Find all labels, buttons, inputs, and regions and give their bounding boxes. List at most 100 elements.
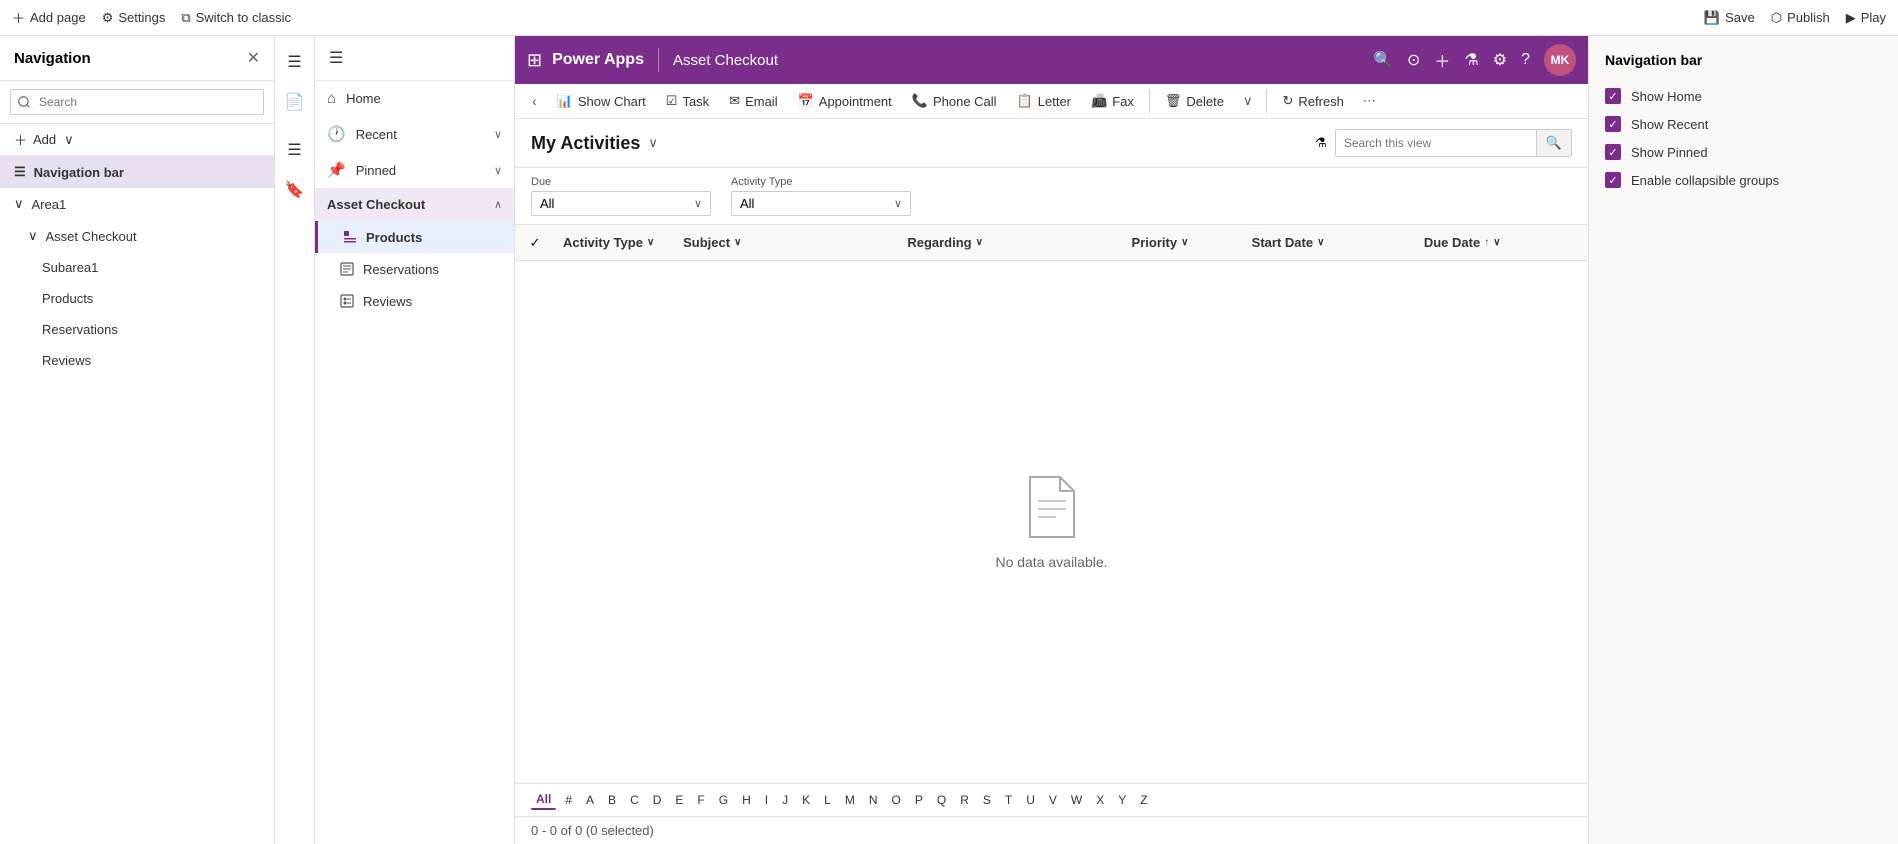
side-nav-products[interactable]: Products xyxy=(315,221,514,253)
page-icon-button[interactable]: 📄 xyxy=(277,84,313,120)
alpha-item-b[interactable]: B xyxy=(603,791,621,809)
alpha-item-o[interactable]: O xyxy=(887,791,906,809)
pa-grid-icon[interactable]: ⊞ xyxy=(527,50,542,71)
copilot-icon[interactable]: ⊙ xyxy=(1407,50,1420,70)
refresh-button[interactable]: ↻ Refresh xyxy=(1273,88,1352,114)
alpha-item-q[interactable]: Q xyxy=(932,791,951,809)
view-search-button[interactable]: 🔍 xyxy=(1536,130,1571,156)
show-pinned-checkbox[interactable]: ✓ xyxy=(1605,144,1621,160)
show-home-checkbox[interactable]: ✓ xyxy=(1605,88,1621,104)
nav-add-button[interactable]: ＋ Add ∨ xyxy=(0,124,274,156)
alpha-item-all[interactable]: All xyxy=(531,790,556,810)
show-chart-button[interactable]: 📊 Show Chart xyxy=(548,88,655,114)
letter-button[interactable]: 📋 Letter xyxy=(1008,88,1080,114)
toolbar-separator xyxy=(1149,89,1150,113)
alpha-item-w[interactable]: W xyxy=(1066,791,1087,809)
filter-activity-group: Activity Type All ∨ xyxy=(731,176,911,216)
alpha-item-l[interactable]: L xyxy=(819,791,836,809)
alpha-item-f[interactable]: F xyxy=(692,791,709,809)
nav-item-navigation-bar[interactable]: ☰ Navigation bar xyxy=(0,156,274,188)
search-icon[interactable]: 🔍 xyxy=(1373,50,1393,70)
play-button[interactable]: ▶ Play xyxy=(1846,10,1886,26)
nav-bar-icon: ☰ xyxy=(14,164,26,180)
bookmark-icon-button[interactable]: 🔖 xyxy=(277,172,313,208)
th-start-date[interactable]: Start Date ∨ xyxy=(1244,231,1416,254)
alpha-item-p[interactable]: P xyxy=(910,791,928,809)
alpha-item-#[interactable]: # xyxy=(560,791,577,809)
th-subject[interactable]: Subject ∨ xyxy=(675,231,899,254)
toolbar-separator-2 xyxy=(1266,89,1267,113)
th-due-date[interactable]: Due Date ↑ ∨ xyxy=(1416,231,1588,254)
alpha-item-u[interactable]: U xyxy=(1021,791,1040,809)
nav-item-reservations[interactable]: Reservations xyxy=(0,314,274,345)
fax-button[interactable]: 📠 Fax xyxy=(1082,88,1143,114)
alpha-item-d[interactable]: D xyxy=(648,791,667,809)
alpha-item-v[interactable]: V xyxy=(1044,791,1062,809)
alpha-item-g[interactable]: G xyxy=(714,791,733,809)
save-button[interactable]: 💾 Save xyxy=(1704,10,1755,26)
filter-funnel-icon[interactable]: ⚗ xyxy=(1315,135,1327,151)
nav-item-products[interactable]: Products xyxy=(0,283,274,314)
side-nav-reviews[interactable]: Reviews xyxy=(315,285,514,317)
filter-activity-select[interactable]: All ∨ xyxy=(731,191,911,216)
toolbar-overflow-button[interactable]: ⋯ xyxy=(1355,88,1384,114)
list-icon-button[interactable]: ☰ xyxy=(277,132,313,168)
nav-item-reviews[interactable]: Reviews xyxy=(0,345,274,376)
view-search-input[interactable] xyxy=(1336,131,1536,155)
filter-icon[interactable]: ⚗ xyxy=(1464,50,1478,70)
add-page-button[interactable]: ＋ Add page xyxy=(12,8,86,27)
delete-button[interactable]: 🗑 Delete xyxy=(1156,88,1233,114)
more-button[interactable]: ∨ xyxy=(1235,88,1261,114)
alpha-item-r[interactable]: R xyxy=(955,791,974,809)
nav-item-asset-checkout[interactable]: ∨ Asset Checkout xyxy=(0,220,274,252)
alpha-item-z[interactable]: Z xyxy=(1135,791,1152,809)
side-nav-reservations[interactable]: Reservations xyxy=(315,253,514,285)
gear-icon[interactable]: ⚙ xyxy=(1493,50,1507,70)
th-activity-type[interactable]: Activity Type ∨ xyxy=(555,231,675,254)
nav-header: Navigation ✕ xyxy=(0,36,274,81)
publish-button[interactable]: ⬡ Publish xyxy=(1771,10,1830,26)
side-nav-pinned[interactable]: 📌 Pinned ∨ xyxy=(315,152,514,188)
alpha-item-x[interactable]: X xyxy=(1091,791,1109,809)
show-recent-checkbox[interactable]: ✓ xyxy=(1605,116,1621,132)
settings-button[interactable]: ⚙ Settings xyxy=(102,10,166,26)
alpha-item-n[interactable]: N xyxy=(864,791,883,809)
phone-call-button[interactable]: 📞 Phone Call xyxy=(903,88,1006,114)
back-button[interactable]: ‹ xyxy=(523,88,546,114)
filter-due-select[interactable]: All ∨ xyxy=(531,191,711,216)
th-priority[interactable]: Priority ∨ xyxy=(1124,231,1244,254)
alpha-item-s[interactable]: S xyxy=(978,791,996,809)
nav-close-button[interactable]: ✕ xyxy=(247,48,260,68)
nav-items: ☰ Navigation bar ∨ Area1 ∨ Asset Checkou… xyxy=(0,156,274,844)
hamburger-menu-button[interactable]: ☰ xyxy=(321,44,351,72)
alpha-item-j[interactable]: J xyxy=(777,791,793,809)
alpha-item-i[interactable]: I xyxy=(760,791,773,809)
alpha-item-e[interactable]: E xyxy=(670,791,688,809)
nav-search-input[interactable] xyxy=(10,89,264,115)
nav-item-subarea1[interactable]: Subarea1 xyxy=(0,252,274,283)
appointment-button[interactable]: 📅 Appointment xyxy=(789,88,901,114)
alpha-item-a[interactable]: A xyxy=(581,791,599,809)
alpha-item-m[interactable]: M xyxy=(840,791,860,809)
side-nav-asset-checkout-group[interactable]: Asset Checkout ∧ xyxy=(315,188,514,221)
th-regarding[interactable]: Regarding ∨ xyxy=(899,231,1123,254)
hamburger-icon-button[interactable]: ☰ xyxy=(277,44,313,80)
alpha-item-k[interactable]: K xyxy=(797,791,815,809)
side-nav-recent[interactable]: 🕐 Recent ∨ xyxy=(315,116,514,152)
help-icon[interactable]: ? xyxy=(1521,51,1530,69)
rp-enable-collapsible: ✓ Enable collapsible groups xyxy=(1605,166,1882,194)
alpha-item-h[interactable]: H xyxy=(737,791,756,809)
th-checkbox[interactable]: ✓ xyxy=(515,235,555,251)
side-nav-home[interactable]: ⌂ Home xyxy=(315,81,514,116)
nav-item-area1[interactable]: ∨ Area1 xyxy=(0,188,274,220)
alpha-item-c[interactable]: C xyxy=(625,791,644,809)
alpha-item-y[interactable]: Y xyxy=(1113,791,1131,809)
view-chevron-icon[interactable]: ∨ xyxy=(648,135,658,151)
alpha-item-t[interactable]: T xyxy=(1000,791,1017,809)
user-avatar[interactable]: MK xyxy=(1544,44,1576,76)
switch-classic-button[interactable]: ⧉ Switch to classic xyxy=(181,10,291,26)
task-button[interactable]: ☑ Task xyxy=(657,88,718,114)
plus-icon[interactable]: ＋ xyxy=(1434,48,1450,72)
email-button[interactable]: ✉ Email xyxy=(720,88,786,114)
collapsible-checkbox[interactable]: ✓ xyxy=(1605,172,1621,188)
